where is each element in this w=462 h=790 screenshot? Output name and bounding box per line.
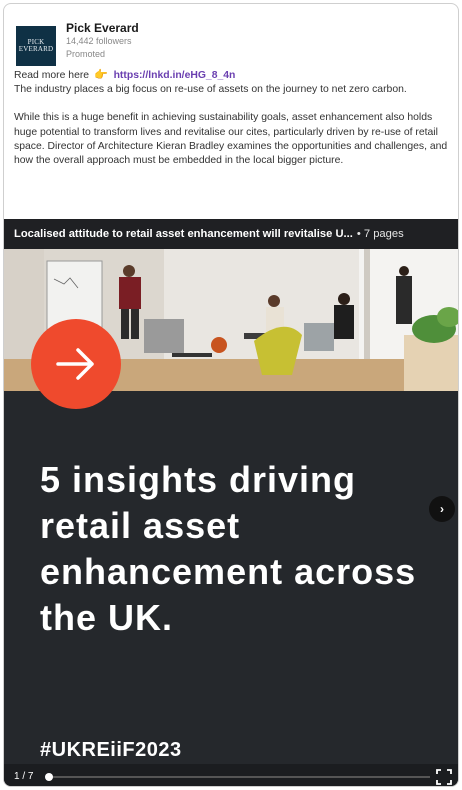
post-paragraph-1: The industry places a big focus on re-us… (14, 84, 407, 96)
slide-headline: 5 insights driving retail asset enhancem… (40, 459, 417, 638)
document-page-count: • 7 pages (356, 228, 404, 240)
author-name[interactable]: Pick Everard (66, 21, 139, 35)
post-header: PICK EVERARD Pick Everard 14,442 followe… (14, 16, 434, 66)
company-logo[interactable]: PICK EVERARD (16, 26, 56, 66)
promoted-label: Promoted (66, 49, 106, 59)
read-more-label: Read more here (14, 70, 90, 81)
document-title-bar[interactable]: Localised attitude to retail asset enhan… (4, 219, 458, 249)
next-slide-button[interactable]: › (429, 496, 455, 522)
progress-track[interactable] (48, 776, 430, 778)
fullscreen-icon[interactable] (436, 769, 452, 785)
viewer-controls: 1 / 7 (4, 764, 458, 786)
arrow-badge (31, 319, 121, 409)
document-viewer[interactable]: Localised attitude to retail asset enhan… (4, 219, 458, 786)
feed-post: PICK EVERARD Pick Everard 14,442 followe… (3, 3, 459, 787)
progress-handle[interactable] (45, 773, 53, 781)
arrow-right-icon (56, 348, 94, 380)
pointing-hand-icon: 👉 (93, 69, 108, 81)
post-paragraph-2: While this is a huge benefit in achievin… (14, 112, 448, 167)
post-text: Read more here 👉 https://lnkd.in/eHG_8_4… (14, 68, 456, 168)
chevron-right-icon: › (440, 502, 444, 516)
document-title: Localised attitude to retail asset enhan… (14, 228, 353, 240)
logo-line-2: EVERARD (18, 45, 54, 53)
slide-hashtag: #UKREiiF2023 (40, 739, 182, 761)
follower-count: 14,442 followers (66, 36, 132, 46)
post-link[interactable]: https://lnkd.in/eHG_8_4n (114, 70, 236, 81)
page-indicator: 1 / 7 (14, 771, 34, 782)
